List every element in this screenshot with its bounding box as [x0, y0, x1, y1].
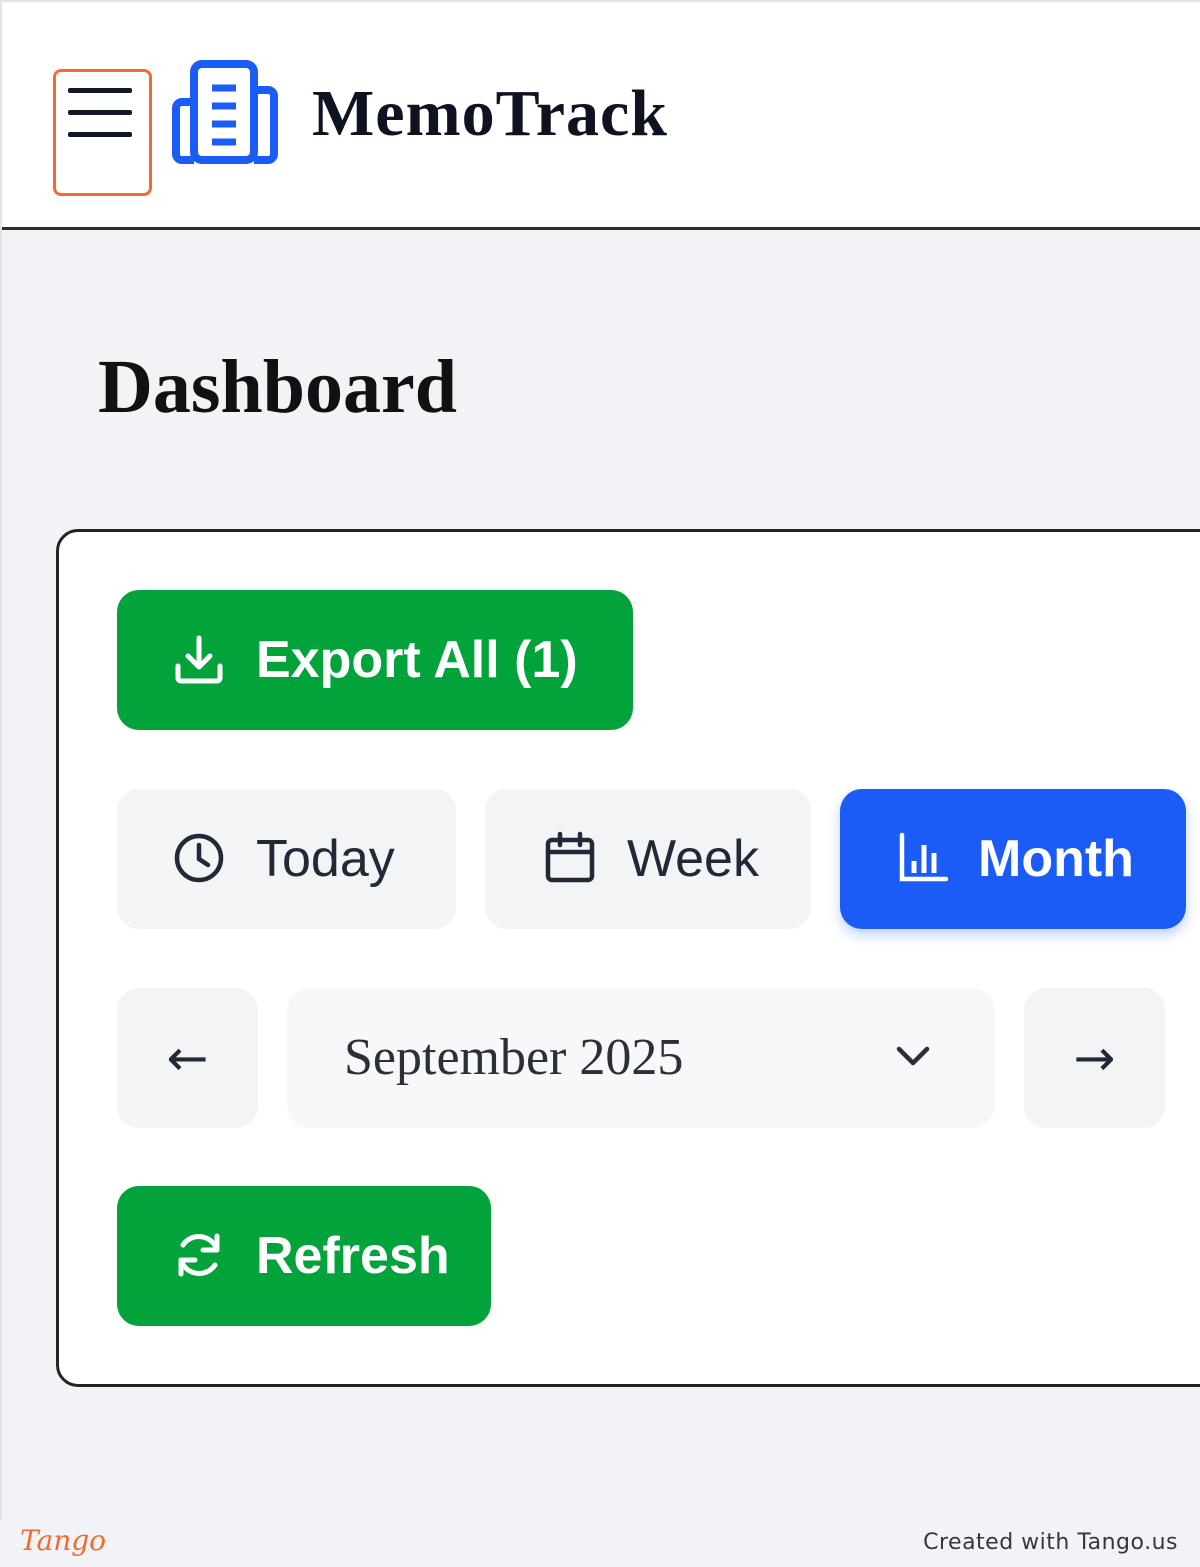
tab-month-label: Month [978, 830, 1134, 888]
clock-icon [172, 831, 226, 888]
document-stack-icon [172, 60, 280, 168]
top-bar: MemoTrack [2, 2, 1200, 230]
arrow-left-icon: ← [166, 1029, 209, 1087]
tab-week-label: Week [627, 830, 759, 888]
refresh-label: Refresh [256, 1227, 450, 1285]
export-all-label: Export All (1) [256, 631, 578, 689]
menu-button[interactable] [53, 69, 152, 196]
refresh-icon [172, 1228, 226, 1285]
chevron-down-icon [893, 1036, 933, 1081]
page-title: Dashboard [98, 345, 457, 429]
app-name: MemoTrack [312, 77, 668, 150]
selected-period-label: September 2025 [344, 1029, 684, 1086]
arrow-right-icon: → [1073, 1029, 1116, 1087]
tango-credit: Created with Tango.us [923, 1530, 1178, 1555]
next-period-button[interactable]: → [1024, 988, 1165, 1128]
tab-week[interactable]: Week [485, 789, 811, 929]
bar-chart-icon [896, 831, 950, 888]
period-select[interactable]: September 2025 [287, 988, 995, 1128]
previous-period-button[interactable]: ← [117, 988, 258, 1128]
app-window: MemoTrack Dashboard Export All (1) Today [0, 0, 1200, 1520]
tab-month[interactable]: Month [840, 789, 1186, 929]
refresh-button[interactable]: Refresh [117, 1186, 491, 1326]
calendar-icon [543, 831, 597, 888]
tango-logo: Tango [20, 1524, 107, 1557]
export-all-button[interactable]: Export All (1) [117, 590, 633, 730]
tab-today-label: Today [256, 830, 395, 888]
tab-today[interactable]: Today [117, 789, 456, 929]
download-icon [172, 632, 226, 689]
